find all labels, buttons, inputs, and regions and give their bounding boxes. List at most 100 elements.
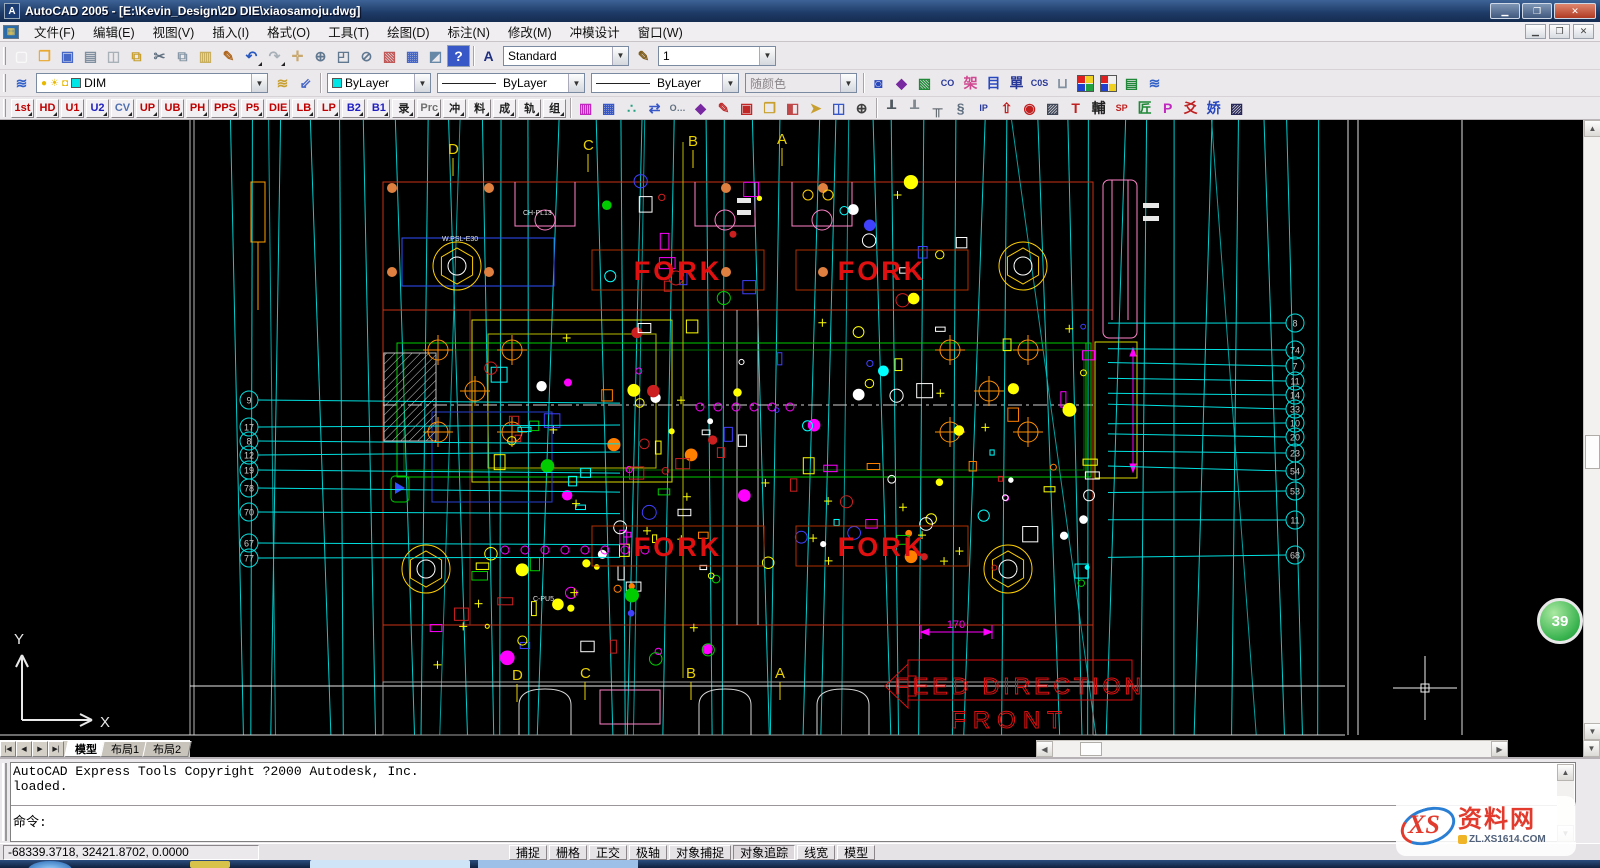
redo-icon[interactable]: ↷ bbox=[263, 45, 286, 67]
die-window-icon[interactable]: ▨ bbox=[1041, 98, 1064, 118]
dim-scale-icon[interactable]: ✎ bbox=[632, 45, 655, 67]
osnap-settings-icon[interactable]: O… bbox=[666, 98, 689, 118]
layer-combo[interactable]: ● ☀ ◘ DIM ▼ bbox=[36, 73, 268, 93]
window-1-icon[interactable]: ◫ bbox=[827, 98, 850, 118]
horizontal-scrollbar[interactable]: ◀ ▶ bbox=[1036, 740, 1508, 757]
make-object-layer-icon[interactable]: ≋ bbox=[271, 72, 294, 94]
chevron-down-icon[interactable]: ▼ bbox=[568, 74, 584, 92]
point-style-icon[interactable]: ∴ bbox=[620, 98, 643, 118]
find-icon[interactable]: ▧ bbox=[378, 45, 401, 67]
drawing-canvas[interactable]: 170 FORK FORK FORK FORK FEED DIRECTION F… bbox=[0, 120, 1600, 757]
tab-next-button[interactable]: ▶ bbox=[32, 741, 48, 757]
open-icon[interactable]: ❐ bbox=[33, 45, 56, 67]
menu-item-1[interactable]: 编辑(E) bbox=[84, 20, 144, 43]
menu-item-6[interactable]: 绘图(D) bbox=[378, 20, 438, 43]
copy-icon[interactable]: ⧉ bbox=[171, 45, 194, 67]
horizontal-scroll-thumb[interactable] bbox=[1080, 742, 1102, 756]
undo-icon[interactable]: ↶ bbox=[240, 45, 263, 67]
scroll-up-icon[interactable]: ▲ bbox=[1557, 764, 1574, 781]
status-toggle-对象捕捉[interactable]: 对象捕捉 bbox=[669, 845, 731, 860]
paste-icon[interactable]: ▥ bbox=[194, 45, 217, 67]
menu-item-9[interactable]: 冲模设计 bbox=[561, 20, 629, 43]
sp-tool-icon[interactable]: SP bbox=[1110, 98, 1133, 118]
punch-1-icon[interactable]: ┸ bbox=[880, 98, 903, 118]
checklist-icon[interactable]: ▤ bbox=[1120, 72, 1143, 94]
fuzhu-tool-icon[interactable]: 輔 bbox=[1087, 98, 1110, 118]
mdi-minimize-button[interactable]: ▁ bbox=[1525, 24, 1546, 39]
draw-pencil-icon[interactable]: ✎ bbox=[712, 98, 735, 118]
list-tool-icon[interactable]: 目 bbox=[982, 72, 1005, 94]
chevron-down-icon[interactable]: ▼ bbox=[612, 47, 628, 65]
door-icon[interactable]: ◧ bbox=[781, 98, 804, 118]
text-style-icon[interactable]: A bbox=[477, 45, 500, 67]
plot-icon[interactable]: ▤ bbox=[79, 45, 102, 67]
mdi-restore-button[interactable]: ❐ bbox=[1549, 24, 1570, 39]
layer-previous-icon[interactable]: ⇙ bbox=[294, 72, 317, 94]
close-button[interactable]: ✕ bbox=[1554, 3, 1596, 19]
jiao-tool-icon[interactable]: 娇 bbox=[1202, 98, 1225, 118]
ip-tool-icon[interactable]: IP bbox=[972, 98, 995, 118]
bars-icon[interactable] bbox=[1097, 72, 1120, 94]
layers-stack-icon[interactable]: ≋ bbox=[1143, 72, 1166, 94]
die-tool-lb[interactable]: LB bbox=[292, 99, 315, 118]
spool-tool-icon[interactable]: 爻 bbox=[1179, 98, 1202, 118]
chevron-down-icon[interactable]: ▼ bbox=[414, 74, 430, 92]
tab-first-button[interactable]: |◀ bbox=[0, 741, 16, 757]
die-tool-b2[interactable]: B2 bbox=[342, 99, 365, 118]
plot-preview-icon[interactable]: ◫ bbox=[102, 45, 125, 67]
menu-item-8[interactable]: 修改(M) bbox=[499, 20, 561, 43]
color-combo[interactable]: ByLayer ▼ bbox=[327, 73, 431, 93]
die-tool-lp[interactable]: LP bbox=[317, 99, 340, 118]
chevron-down-icon[interactable]: ▼ bbox=[251, 74, 267, 92]
scroll-up-icon[interactable]: ▲ bbox=[1584, 120, 1600, 137]
frame-tool-icon[interactable]: 架 bbox=[959, 72, 982, 94]
status-toggle-捕捉[interactable]: 捕捉 bbox=[509, 845, 547, 860]
pan-icon[interactable]: ✛ bbox=[286, 45, 309, 67]
zoom-previous-icon[interactable]: ⊘ bbox=[355, 45, 378, 67]
wipeout-icon[interactable]: ◆ bbox=[890, 72, 913, 94]
linetype-combo[interactable]: ByLayer ▼ bbox=[437, 73, 585, 93]
minimize-button[interactable]: ▁ bbox=[1490, 3, 1520, 19]
die-tool-prc[interactable]: Prc bbox=[417, 99, 441, 118]
restore-button[interactable]: ❐ bbox=[1522, 3, 1552, 19]
die-tool-die[interactable]: DIE bbox=[266, 99, 290, 118]
zoom-window-icon[interactable]: ◰ bbox=[332, 45, 355, 67]
scroll-down-icon[interactable]: ▼ bbox=[1584, 723, 1600, 740]
block-edit-icon[interactable]: ◙ bbox=[867, 72, 890, 94]
command-window-grip[interactable] bbox=[2, 763, 7, 841]
quick-dim-icon[interactable]: ⇄ bbox=[643, 98, 666, 118]
text-style-combo[interactable]: Standard▼ bbox=[503, 46, 629, 66]
layer-manager-icon[interactable]: ≋ bbox=[10, 72, 33, 94]
publish-icon[interactable]: ⧉ bbox=[125, 45, 148, 67]
cut-icon[interactable]: ✂ bbox=[148, 45, 171, 67]
scroll-left-icon[interactable]: ◀ bbox=[1036, 741, 1053, 757]
tab-prev-button[interactable]: ◀ bbox=[16, 741, 32, 757]
toolbar-grip[interactable] bbox=[3, 99, 6, 117]
command-prompt[interactable]: 命令: bbox=[13, 811, 47, 830]
die-tool-u2[interactable]: U2 bbox=[86, 99, 109, 118]
die-lift-icon[interactable]: ⇧ bbox=[995, 98, 1018, 118]
spring-icon[interactable]: § bbox=[949, 98, 972, 118]
die-tool-cv[interactable]: CV bbox=[111, 99, 134, 118]
stamp-icon[interactable]: ◉ bbox=[1018, 98, 1041, 118]
menu-item-5[interactable]: 工具(T) bbox=[319, 20, 378, 43]
die-tool-ub[interactable]: UB bbox=[161, 99, 184, 118]
copy-clip-icon[interactable]: ▣ bbox=[735, 98, 758, 118]
menu-item-7[interactable]: 标注(N) bbox=[439, 20, 499, 43]
vertical-scroll-thumb[interactable] bbox=[1585, 435, 1600, 469]
die-tool-p5[interactable]: P5 bbox=[241, 99, 264, 118]
die-tool-料[interactable]: 料 bbox=[468, 99, 491, 118]
punch-t-icon[interactable]: T bbox=[1064, 98, 1087, 118]
select-a-icon[interactable]: ➤ bbox=[804, 98, 827, 118]
drawing-file-icon[interactable]: ▦ bbox=[3, 25, 19, 39]
dim-style-icon[interactable]: ▥ bbox=[574, 98, 597, 118]
die-tool-轨[interactable]: 轨 bbox=[518, 99, 541, 118]
new-icon[interactable]: ▢ bbox=[10, 45, 33, 67]
punch-double-icon[interactable]: ╥ bbox=[926, 98, 949, 118]
die-tool-hd[interactable]: HD bbox=[36, 99, 59, 118]
pour-tool-icon[interactable]: ⊔ bbox=[1051, 72, 1074, 94]
toolbar-grip[interactable] bbox=[3, 47, 6, 65]
status-toggle-正交[interactable]: 正交 bbox=[589, 845, 627, 860]
mdi-close-button[interactable]: ✕ bbox=[1573, 24, 1594, 39]
status-toggle-栅格[interactable]: 栅格 bbox=[549, 845, 587, 860]
